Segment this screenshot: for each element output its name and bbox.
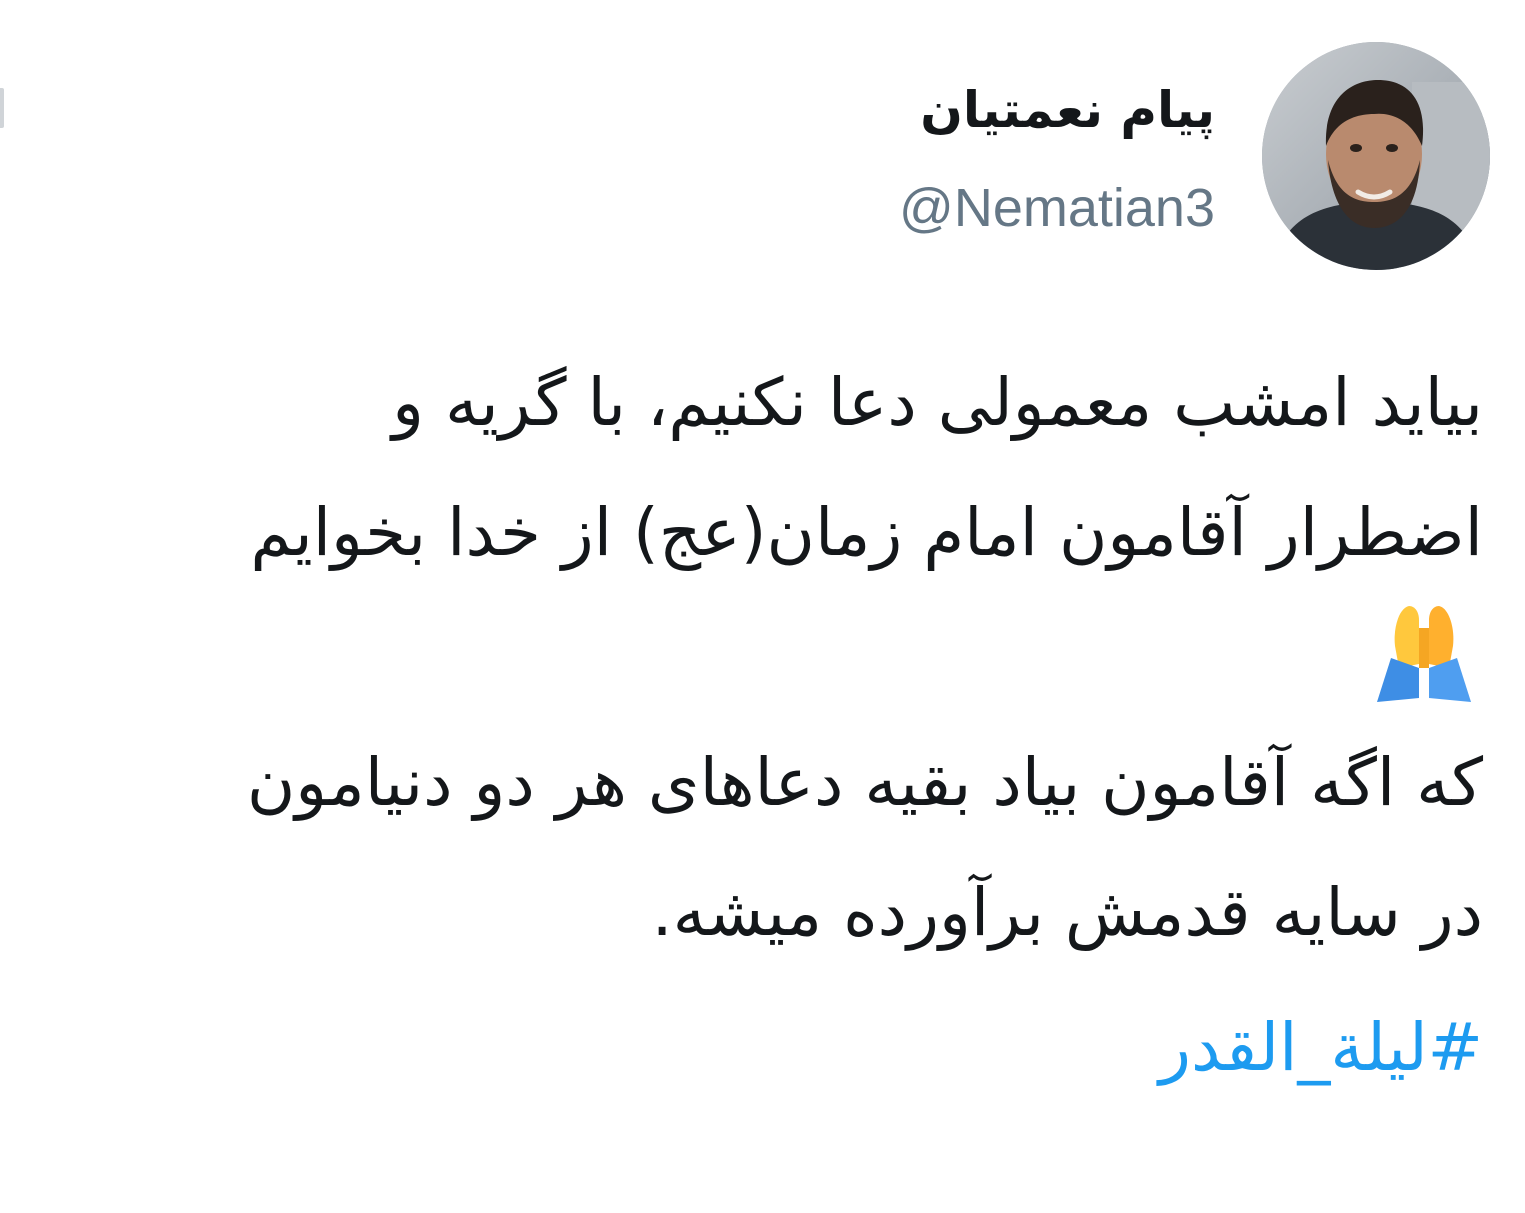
tweet-text-line: در سایه قدمش برآورده میشه. (651, 874, 1483, 951)
tweet-text: بیاید امشب معمولی دعا نکنیم، با گریه و ا… (13, 338, 1483, 1108)
tweet-text-line: بیاید امشب معمولی دعا نکنیم، با گریه و (392, 364, 1483, 441)
tweet-card: پیام نعمتیان @Nematian3 بیاید امشب معمول… (0, 0, 1525, 1213)
user-info: پیام نعمتیان @Nematian3 (899, 70, 1215, 248)
tweet-text-line: اضطرار آقامون امام زمان(عج) از خدا بخوای… (250, 494, 1483, 571)
emoji-row (13, 598, 1483, 718)
folded-hands-icon (1377, 606, 1471, 702)
avatar[interactable] (1262, 42, 1490, 270)
tweet-text-line: که اگه آقامون بیاد بقیه دعاهای هر دو دنی… (246, 744, 1483, 821)
user-handle[interactable]: @Nematian3 (899, 168, 1215, 248)
profile-photo-icon (1262, 42, 1490, 270)
display-name[interactable]: پیام نعمتیان (899, 70, 1215, 150)
hashtag-link[interactable]: #لیلة_القدر (13, 988, 1483, 1108)
